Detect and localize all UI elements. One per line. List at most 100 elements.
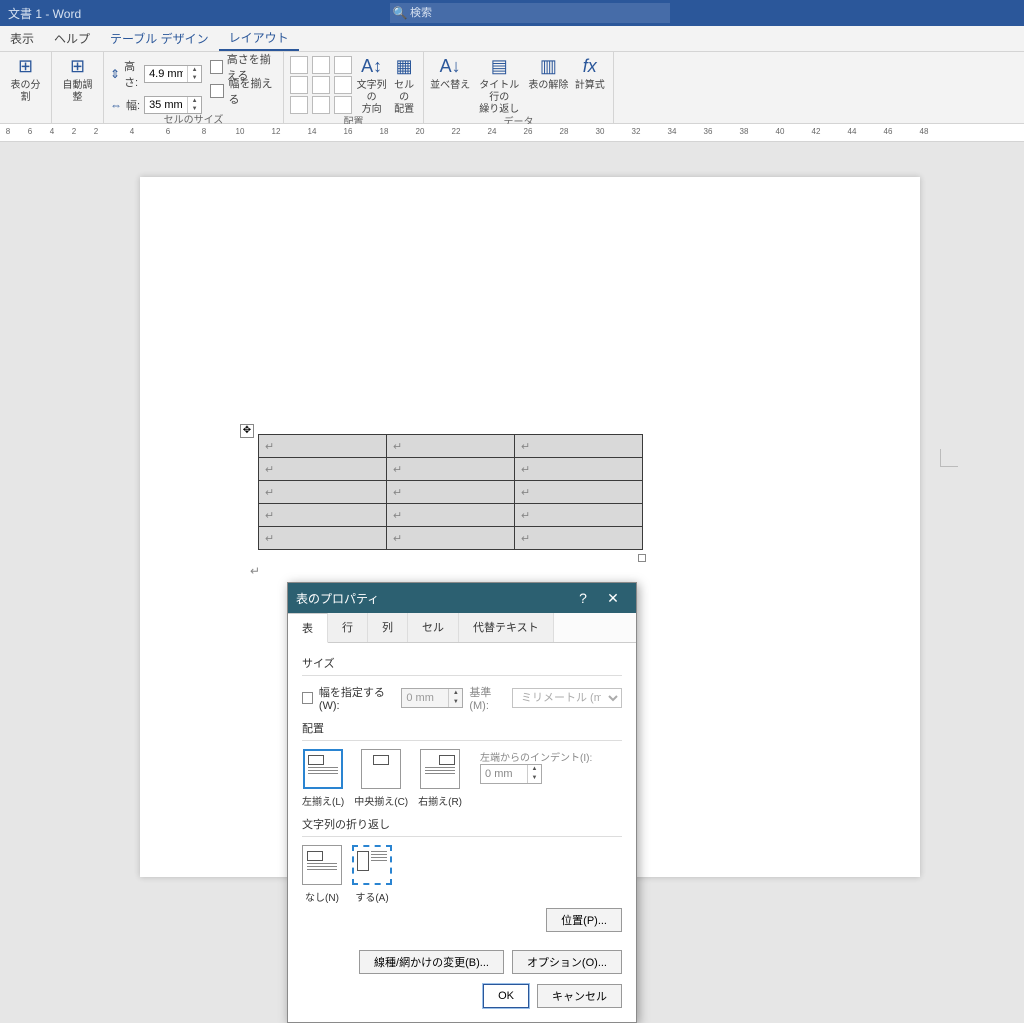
table-cell[interactable]: ↵ (259, 504, 387, 527)
align-bl[interactable] (290, 96, 308, 114)
height-label: 高さ: (124, 58, 140, 90)
width-spinner[interactable]: ▲▼ (144, 96, 202, 114)
indent-spinner[interactable]: ▲▼ (480, 764, 542, 784)
height-down[interactable]: ▼ (188, 74, 201, 82)
split-table-icon: ⊞ (14, 54, 38, 78)
height-input[interactable] (145, 66, 187, 82)
dialog-tab-cell[interactable]: セル (408, 613, 459, 642)
tab-layout[interactable]: レイアウト (219, 26, 299, 51)
table-cell[interactable]: ↵ (515, 435, 643, 458)
dialog-tabs: 表 行 列 セル 代替テキスト (288, 613, 636, 643)
ok-button[interactable]: OK (483, 984, 529, 1008)
width-spinner[interactable]: ▲▼ (401, 688, 463, 708)
cell-margins-button[interactable]: ▦ セルの 配置 (391, 54, 417, 116)
distribute-cols-button[interactable]: 幅を揃える (210, 82, 277, 100)
tab-view[interactable]: 表示 (0, 26, 44, 51)
table-move-handle[interactable]: ✥ (240, 424, 254, 438)
table-cell[interactable]: ↵ (387, 435, 515, 458)
wrap-around-option[interactable]: する(A) (352, 845, 392, 904)
align-right-option[interactable]: 右揃え(R) (418, 749, 462, 808)
align-mc[interactable] (312, 76, 330, 94)
dialog-tab-row[interactable]: 行 (328, 613, 368, 642)
options-button[interactable]: オプション(O)... (512, 950, 622, 974)
text-direction-button[interactable]: A↕ 文字列の 方向 (356, 54, 387, 116)
dialog-tab-col[interactable]: 列 (368, 613, 408, 642)
dialog-help-button[interactable]: ? (568, 583, 598, 613)
height-spinner[interactable]: ▲▼ (144, 65, 202, 83)
split-table-button[interactable]: ⊞ 表の分割 (6, 54, 45, 104)
align-center-option[interactable]: 中央揃え(C) (354, 749, 408, 808)
horizontal-ruler[interactable]: 8642246810121416182022242628303234363840… (0, 124, 1024, 142)
autofit-icon: ⊞ (66, 54, 90, 78)
align-tl[interactable] (290, 56, 308, 74)
tab-help[interactable]: ヘルプ (44, 26, 100, 51)
dialog-close-button[interactable]: ✕ (598, 583, 628, 613)
formula-button[interactable]: fx 計算式 (572, 54, 607, 92)
sort-button[interactable]: A↓ 並べ替え (430, 54, 470, 92)
table-cell[interactable]: ↵ (515, 527, 643, 550)
specify-width-checkbox[interactable] (302, 692, 313, 704)
borders-button[interactable]: 線種/網かけの変更(B)... (359, 950, 504, 974)
size-section-label: サイズ (302, 655, 622, 671)
ribbon-tabs: 表示 ヘルプ テーブル デザイン レイアウト (0, 26, 1024, 52)
specify-width-label: 幅を指定する(W): (319, 684, 396, 712)
search-box[interactable]: 🔍 (390, 3, 670, 23)
dialog-tab-alt[interactable]: 代替テキスト (459, 613, 554, 642)
tab-table-design[interactable]: テーブル デザイン (100, 26, 219, 51)
document-table[interactable]: ↵↵↵↵↵↵↵↵↵↵↵↵↵↵↵ (258, 434, 643, 550)
table-cell[interactable]: ↵ (259, 527, 387, 550)
window-title: 文書 1 - Word (8, 5, 81, 22)
table-cell[interactable]: ↵ (387, 458, 515, 481)
document-area: ✥ ↵↵↵↵↵↵↵↵↵↵↵↵↵↵↵ ↵ 表のプロパティ ? ✕ 表 行 列 セル… (0, 142, 1024, 879)
table-cell[interactable]: ↵ (387, 481, 515, 504)
repeat-header-icon: ▤ (487, 54, 511, 78)
convert-icon: ▥ (536, 54, 560, 78)
sort-icon: A↓ (438, 54, 462, 78)
text-direction-icon: A↕ (360, 54, 384, 78)
table-resize-handle[interactable] (638, 554, 646, 562)
basis-select[interactable]: ミリメートル (mm) (512, 688, 622, 708)
autofit-button[interactable]: ⊞ 自動調整 (58, 54, 97, 104)
indent-input[interactable] (481, 765, 527, 783)
table-cell[interactable]: ↵ (259, 481, 387, 504)
table-cell[interactable]: ↵ (515, 481, 643, 504)
search-icon: 🔍 (390, 6, 410, 20)
search-input[interactable] (410, 7, 670, 19)
height-icon: ⇕ (110, 67, 120, 81)
wrap-none-option[interactable]: なし(N) (302, 845, 342, 904)
align-tr[interactable] (334, 56, 352, 74)
table-cell[interactable]: ↵ (259, 458, 387, 481)
cancel-button[interactable]: キャンセル (537, 984, 622, 1008)
align-bc[interactable] (312, 96, 330, 114)
paragraph-mark: ↵ (250, 564, 260, 578)
align-tc[interactable] (312, 56, 330, 74)
dialog-titlebar[interactable]: 表のプロパティ ? ✕ (288, 583, 636, 613)
width-down[interactable]: ▼ (188, 105, 201, 113)
table-cell[interactable]: ↵ (515, 504, 643, 527)
table-cell[interactable]: ↵ (515, 458, 643, 481)
convert-button[interactable]: ▥ 表の解除 (528, 54, 568, 92)
align-br[interactable] (334, 96, 352, 114)
align-ml[interactable] (290, 76, 308, 94)
table-cell[interactable]: ↵ (259, 435, 387, 458)
align-left-option[interactable]: 左揃え(L) (302, 749, 344, 808)
formula-icon: fx (578, 54, 602, 78)
distribute-rows-button[interactable]: 高さを揃える (210, 58, 277, 76)
height-up[interactable]: ▲ (188, 66, 201, 74)
position-button[interactable]: 位置(P)... (546, 908, 622, 932)
ribbon: ⊞ 表の分割 ⊞ 自動調整 ⇕ 高さ: ▲▼ (0, 52, 1024, 124)
dialog-width-input[interactable] (402, 689, 448, 707)
distribute-rows-icon (210, 60, 223, 74)
table-cell[interactable]: ↵ (387, 504, 515, 527)
title-bar: 文書 1 - Word 🔍 (0, 0, 1024, 26)
table-cell[interactable]: ↵ (387, 527, 515, 550)
margin-corner (940, 449, 958, 467)
width-up[interactable]: ▲ (188, 97, 201, 105)
align-mr[interactable] (334, 76, 352, 94)
dialog-tab-table[interactable]: 表 (288, 613, 328, 643)
repeat-header-button[interactable]: ▤ タイトル行の 繰り返し (474, 54, 524, 116)
dialog-title: 表のプロパティ (296, 590, 379, 607)
table-properties-dialog: 表のプロパティ ? ✕ 表 行 列 セル 代替テキスト サイズ 幅を指定する(W… (287, 582, 637, 1023)
width-input[interactable] (145, 97, 187, 113)
width-icon: ⇔ (110, 98, 122, 112)
